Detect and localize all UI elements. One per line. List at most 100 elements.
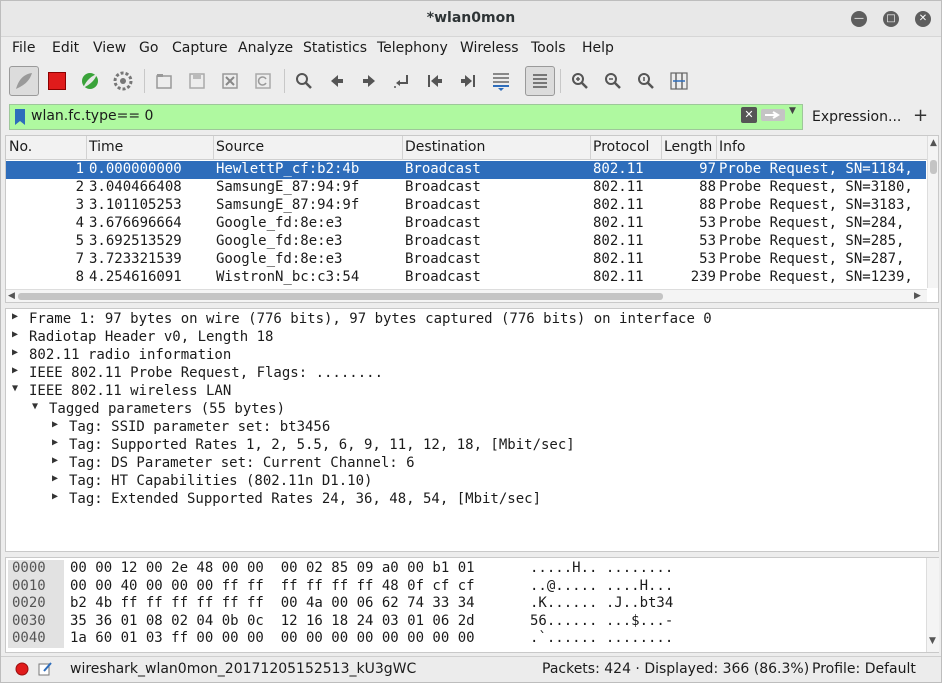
detail-tree-item[interactable]: ▶ Radiotap Header v0, Length 18 bbox=[6, 329, 936, 347]
packet-bytes-scrollbar[interactable]: ▼ bbox=[926, 558, 939, 652]
detail-tree-item[interactable]: ▼ IEEE 802.11 wireless LAN bbox=[6, 383, 936, 401]
capture-options-icon[interactable] bbox=[108, 66, 138, 96]
hex-row[interactable]: 0010 00 00 40 00 00 00 ff ff ff ff ff ff … bbox=[6, 578, 924, 595]
menu-tools[interactable]: Tools bbox=[531, 40, 566, 56]
menu-go[interactable]: Go bbox=[139, 40, 158, 56]
colorize-icon[interactable] bbox=[525, 66, 555, 96]
packet-list-horizontal-scrollbar[interactable]: ◀ ▶ bbox=[6, 289, 927, 302]
packet-no: 1 bbox=[75, 161, 84, 177]
clear-filter-icon[interactable]: ✕ bbox=[741, 107, 757, 123]
scroll-up-icon[interactable]: ▲ bbox=[930, 138, 937, 148]
open-file-icon[interactable] bbox=[149, 66, 179, 96]
menu-edit[interactable]: Edit bbox=[52, 40, 79, 56]
packet-destination: Broadcast bbox=[405, 269, 481, 285]
close-icon[interactable]: ✕ bbox=[915, 11, 931, 27]
collapse-arrow-icon[interactable]: ▼ bbox=[32, 401, 38, 412]
auto-scroll-icon[interactable] bbox=[486, 66, 516, 96]
start-capture-icon[interactable] bbox=[9, 66, 39, 96]
detail-tree-item[interactable]: ▶ Frame 1: 97 bytes on wire (776 bits), 9… bbox=[6, 311, 936, 329]
expert-info-icon[interactable] bbox=[15, 662, 29, 676]
zoom-out-icon[interactable] bbox=[598, 66, 628, 96]
column-length[interactable]: Length bbox=[664, 139, 712, 155]
menu-file[interactable]: File bbox=[12, 40, 35, 56]
packet-length: 53 bbox=[699, 215, 716, 231]
expand-arrow-icon[interactable]: ▶ bbox=[52, 491, 58, 502]
expand-arrow-icon[interactable]: ▶ bbox=[52, 455, 58, 466]
menu-statistics[interactable]: Statistics bbox=[303, 40, 367, 56]
profile-label[interactable]: Profile: Default bbox=[812, 661, 916, 677]
menu-analyze[interactable]: Analyze bbox=[238, 40, 293, 56]
hex-row[interactable]: 0000 00 00 12 00 2e 48 00 00 00 02 85 09 … bbox=[6, 560, 924, 577]
packet-protocol: 802.11 bbox=[593, 197, 644, 213]
display-filter-bar: wlan.fc.type== 0 ✕ ▼ Expression... + bbox=[1, 102, 941, 132]
packet-row[interactable]: 3 3.101105253 SamsungE_87:94:9f Broadcast 80… bbox=[6, 197, 926, 215]
expand-arrow-icon[interactable]: ▶ bbox=[52, 437, 58, 448]
menu-help[interactable]: Help bbox=[582, 40, 614, 56]
detail-tree-item[interactable]: ▼ Tagged parameters (55 bytes) bbox=[6, 401, 936, 419]
go-forward-icon[interactable] bbox=[354, 66, 384, 96]
packet-row[interactable]: 2 3.040466408 SamsungE_87:94:9f Broadcast 80… bbox=[6, 179, 926, 197]
collapse-arrow-icon[interactable]: ▼ bbox=[12, 383, 18, 394]
menu-view[interactable]: View bbox=[93, 40, 126, 56]
filter-history-dropdown-icon[interactable]: ▼ bbox=[789, 106, 796, 116]
save-file-icon[interactable] bbox=[182, 66, 212, 96]
expand-arrow-icon[interactable]: ▶ bbox=[52, 419, 58, 430]
detail-tree-item[interactable]: ▶ Tag: HT Capabilities (802.11n D1.10) bbox=[6, 473, 936, 491]
go-first-packet-icon[interactable] bbox=[420, 66, 450, 96]
apply-filter-icon[interactable] bbox=[761, 109, 785, 121]
expand-arrow-icon[interactable]: ▶ bbox=[12, 311, 18, 322]
go-back-icon[interactable] bbox=[322, 66, 352, 96]
scroll-right-icon[interactable]: ▶ bbox=[914, 291, 921, 301]
column-info[interactable]: Info bbox=[719, 139, 746, 155]
packet-list-vertical-scrollbar[interactable]: ▲ bbox=[927, 136, 938, 288]
capture-comment-icon[interactable] bbox=[37, 661, 53, 677]
packet-row[interactable]: 1 0.000000000 HewlettP_cf:b2:4b Broadcast 80… bbox=[6, 161, 926, 179]
restart-capture-icon[interactable] bbox=[75, 66, 105, 96]
packet-row[interactable]: 5 3.692513529 Google_fd:8e:e3 Broadcast 802.… bbox=[6, 233, 926, 251]
packet-no: 8 bbox=[75, 269, 84, 285]
expand-arrow-icon[interactable]: ▶ bbox=[52, 473, 58, 484]
menu-telephony[interactable]: Telephony bbox=[377, 40, 448, 56]
packet-row[interactable]: 7 3.723321539 Google_fd:8e:e3 Broadcast 802.… bbox=[6, 251, 926, 269]
detail-tree-item[interactable]: ▶ IEEE 802.11 Probe Request, Flags: .....… bbox=[6, 365, 936, 383]
bookmark-icon[interactable] bbox=[14, 109, 26, 125]
column-no[interactable]: No. bbox=[9, 139, 32, 155]
detail-tree-item[interactable]: ▶ Tag: Extended Supported Rates 24, 36, 4… bbox=[6, 491, 936, 509]
menu-wireless[interactable]: Wireless bbox=[460, 40, 519, 56]
hex-row[interactable]: 0030 35 36 01 08 02 04 0b 0c 12 16 18 24 … bbox=[6, 613, 924, 630]
detail-tree-item[interactable]: ▶ 802.11 radio information bbox=[6, 347, 936, 365]
minimize-icon[interactable]: — bbox=[851, 11, 867, 27]
hex-row[interactable]: 0020 b2 4b ff ff ff ff ff ff 00 4a 00 06 … bbox=[6, 595, 924, 612]
packet-row[interactable]: 4 3.676696664 Google_fd:8e:e3 Broadcast 802.… bbox=[6, 215, 926, 233]
go-to-packet-icon[interactable] bbox=[387, 66, 417, 96]
column-time[interactable]: Time bbox=[89, 139, 123, 155]
maximize-icon[interactable]: □ bbox=[883, 11, 899, 27]
stop-capture-icon[interactable] bbox=[42, 66, 72, 96]
column-source[interactable]: Source bbox=[216, 139, 264, 155]
expand-arrow-icon[interactable]: ▶ bbox=[12, 329, 18, 340]
zoom-in-icon[interactable] bbox=[565, 66, 595, 96]
scroll-down-icon[interactable]: ▼ bbox=[929, 636, 936, 646]
go-last-packet-icon[interactable] bbox=[453, 66, 483, 96]
column-protocol[interactable]: Protocol bbox=[593, 139, 649, 155]
display-filter-input[interactable]: wlan.fc.type== 0 bbox=[9, 104, 803, 130]
close-file-icon[interactable] bbox=[215, 66, 245, 96]
expand-arrow-icon[interactable]: ▶ bbox=[12, 365, 18, 376]
packet-info: Probe Request, SN=3180, bbox=[719, 179, 913, 195]
reload-file-icon[interactable] bbox=[248, 66, 278, 96]
hex-row[interactable]: 0040 1a 60 01 03 ff 00 00 00 00 00 00 00 … bbox=[6, 630, 924, 647]
detail-tree-item[interactable]: ▶ Tag: DS Parameter set: Current Channel:… bbox=[6, 455, 936, 473]
resize-columns-icon[interactable] bbox=[664, 66, 694, 96]
detail-tree-item[interactable]: ▶ Tag: Supported Rates 1, 2, 5.5, 6, 9, 1… bbox=[6, 437, 936, 455]
packet-row[interactable]: 8 4.254616091 WistronN_bc:c3:54 Broadcast 80… bbox=[6, 269, 926, 287]
column-destination[interactable]: Destination bbox=[405, 139, 485, 155]
find-packet-icon[interactable] bbox=[289, 66, 319, 96]
scroll-left-icon[interactable]: ◀ bbox=[8, 291, 15, 301]
expand-arrow-icon[interactable]: ▶ bbox=[12, 347, 18, 358]
menu-capture[interactable]: Capture bbox=[172, 40, 228, 56]
packet-info: Probe Request, SN=287, bbox=[719, 251, 913, 267]
detail-tree-item[interactable]: ▶ Tag: SSID parameter set: bt3456 bbox=[6, 419, 936, 437]
add-filter-button[interactable]: + bbox=[913, 105, 928, 126]
expression-button[interactable]: Expression... bbox=[812, 109, 901, 125]
normal-size-icon[interactable] bbox=[631, 66, 661, 96]
